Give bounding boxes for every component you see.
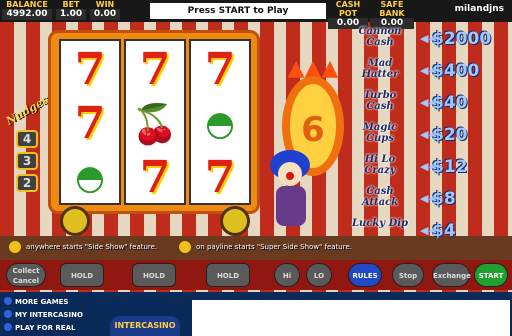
bet-value: 1.00 bbox=[56, 9, 86, 20]
hold-nudge-button-3[interactable]: HOLD NUDGE bbox=[206, 263, 250, 300]
paytable-row: Hi Lo Crazy ◀◀ $12 bbox=[350, 154, 510, 184]
info-panel bbox=[192, 300, 510, 336]
prize-name: Cash Attack bbox=[361, 186, 399, 208]
bullet-icon bbox=[4, 297, 12, 305]
paytable-row: Lucky Dip ◀◀ $4 bbox=[350, 218, 510, 248]
wagon-wheel-icon bbox=[60, 206, 90, 236]
status-bar: BALANCE 4992.00 BET 1.00 WIN 0.00 Press … bbox=[0, 0, 512, 29]
seven-symbol: 7 bbox=[139, 44, 171, 95]
wagon-wheel-icon bbox=[220, 206, 250, 236]
reel-3: 7 ◓ 7 bbox=[189, 39, 251, 205]
feature-info: anywhere starts "Side Show" feature. on … bbox=[0, 238, 360, 258]
bullet-icon bbox=[4, 323, 12, 331]
prize-value: $20 bbox=[432, 125, 468, 145]
seven-symbol: 7 bbox=[204, 152, 236, 203]
button-bar: Collect Cancel HOLD NUDGE HOLD NUDGE HOL… bbox=[0, 260, 512, 300]
nudges-title: Nudges bbox=[3, 93, 51, 128]
hold-nudge-button-2[interactable]: HOLD NUDGE bbox=[132, 263, 176, 300]
stop-button[interactable]: Stop bbox=[392, 263, 424, 287]
lo-button[interactable]: LO bbox=[306, 263, 332, 287]
safe-bank-label: SAFE BANK bbox=[379, 0, 405, 18]
bet-display: BET 1.00 bbox=[56, 0, 86, 20]
balance-label: BALANCE bbox=[6, 0, 48, 9]
win-label: WIN bbox=[95, 0, 115, 9]
message-box: Press START to Play bbox=[150, 3, 326, 19]
prize-value: $8 bbox=[432, 189, 456, 209]
prize-value: $12 bbox=[432, 157, 468, 177]
my-intercasino-link[interactable]: MY INTERCASINO bbox=[4, 309, 83, 321]
seven-symbol: 7 bbox=[74, 44, 106, 95]
paytable-row: Mad Hatter ◀◀ $400 bbox=[350, 58, 510, 88]
watermelon-icon: ◓ bbox=[205, 104, 235, 144]
prize-value: $2000 bbox=[432, 29, 492, 49]
seven-symbol: 7 bbox=[204, 44, 236, 95]
prize-value: $40 bbox=[432, 93, 468, 113]
play-for-real-link[interactable]: PLAY FOR REAL bbox=[4, 322, 75, 334]
prize-value: $4 bbox=[432, 221, 456, 241]
seven-symbol: 7 bbox=[139, 152, 171, 203]
seven-symbol: 7 bbox=[74, 98, 106, 149]
prize-value: $400 bbox=[432, 61, 480, 81]
paytable-row: Magic Cups ◀◀ $20 bbox=[350, 122, 510, 152]
paytable: Cannon Cash ◀◀ $2000 Mad Hatter ◀◀ $400 … bbox=[350, 24, 510, 250]
clown-head-icon bbox=[178, 240, 192, 254]
more-games-link[interactable]: MORE GAMES bbox=[4, 296, 68, 308]
feature-left-text: anywhere starts "Side Show" feature. bbox=[26, 243, 158, 251]
bet-label: BET bbox=[62, 0, 80, 9]
paytable-row: Cannon Cash ◀◀ $2000 bbox=[350, 26, 510, 56]
slot-game: BALANCE 4992.00 BET 1.00 WIN 0.00 Press … bbox=[0, 0, 512, 336]
exchange-button[interactable]: Exchange bbox=[432, 263, 471, 287]
ring-number: 6 bbox=[301, 110, 325, 150]
balance-display: BALANCE 4992.00 bbox=[2, 0, 52, 20]
rules-button[interactable]: RULES bbox=[348, 263, 382, 287]
reel-frame: 7 7 ◓ 7 🍒 7 7 ◓ 7 bbox=[48, 30, 260, 214]
intercasino-logo: INTERCASINO bbox=[110, 316, 180, 336]
win-value: 0.00 bbox=[90, 9, 120, 20]
clown-icon bbox=[262, 150, 322, 230]
feature-right-text: on payline starts "Super Side Show" feat… bbox=[196, 243, 352, 251]
prize-name: Hi Lo Crazy bbox=[364, 154, 396, 176]
win-display: WIN 0.00 bbox=[90, 0, 120, 20]
paytable-row: Turbo Cash ◀◀ $40 bbox=[350, 90, 510, 120]
cherry-icon: 🍒 bbox=[131, 102, 179, 146]
prize-name: Cannon Cash bbox=[358, 26, 402, 48]
nudge-count: 3 bbox=[16, 152, 38, 170]
balance-value: 4992.00 bbox=[2, 9, 52, 20]
username: milandjns bbox=[454, 4, 504, 14]
hold-nudge-button-1[interactable]: HOLD NUDGE bbox=[60, 263, 104, 300]
paytable-row: Cash Attack ◀◀ $8 bbox=[350, 186, 510, 216]
prize-name: Mad Hatter bbox=[361, 58, 399, 80]
collect-cancel-button[interactable]: Collect Cancel bbox=[6, 263, 46, 287]
prize-name: Lucky Dip bbox=[351, 218, 409, 229]
cash-pot-label: CASH POT bbox=[335, 0, 361, 18]
bullet-icon bbox=[4, 310, 12, 318]
start-button[interactable]: START bbox=[474, 263, 508, 287]
prize-name: Magic Cups bbox=[362, 122, 398, 144]
hi-button[interactable]: Hi bbox=[274, 263, 300, 287]
nudge-count: 4 bbox=[16, 130, 38, 148]
clown-head-icon bbox=[8, 240, 22, 254]
watermelon-icon: ◓ bbox=[75, 158, 105, 198]
nudge-column: Nudges 4 3 2 bbox=[2, 93, 51, 200]
prize-name: Turbo Cash bbox=[363, 90, 397, 112]
nudge-count: 2 bbox=[16, 174, 38, 192]
reel-2: 7 🍒 7 bbox=[124, 39, 186, 205]
reel-1: 7 7 ◓ bbox=[59, 39, 121, 205]
